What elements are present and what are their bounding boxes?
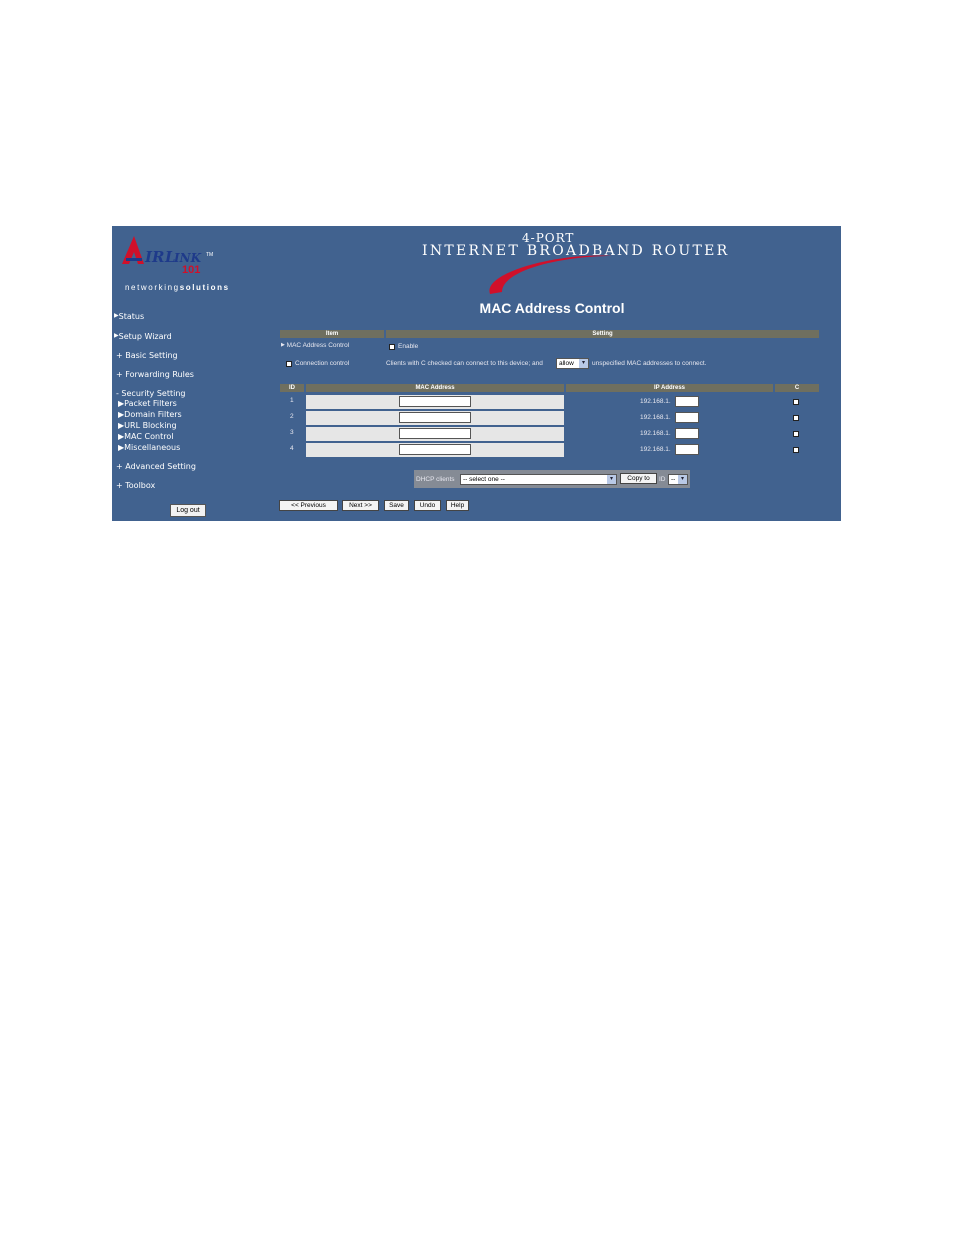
row-c-checkbox[interactable] <box>793 399 799 405</box>
sidebar-subitem-label: URL Blocking <box>124 421 177 430</box>
sidebar-item-basic-setting[interactable]: + Basic Setting <box>116 351 178 360</box>
mac-control-label-wrap: ▶ MAC Address Control <box>281 342 349 349</box>
sidebar-subitem-label: Miscellaneous <box>124 443 181 452</box>
select-value: -- select one -- <box>463 476 505 483</box>
logout-button[interactable]: Log out <box>170 504 206 517</box>
col-header-mac: MAC Address <box>306 384 564 392</box>
sidebar-subitem-mac-control[interactable]: ▶MAC Control <box>118 432 173 441</box>
chevron-down-icon: ▾ <box>579 359 588 368</box>
save-button[interactable]: Save <box>384 500 409 511</box>
header-setting: Setting <box>386 330 819 338</box>
product-banner: 4-PORT INTERNET BROADBAND ROUTER <box>412 228 727 298</box>
previous-button[interactable]: << Previous <box>279 500 338 511</box>
row-c-checkbox[interactable] <box>793 431 799 437</box>
copy-to-button[interactable]: Copy to <box>620 473 657 484</box>
sidebar-item-toolbox[interactable]: + Toolbox <box>116 481 155 490</box>
id-select[interactable]: -- ▾ <box>668 474 688 485</box>
sidebar-subitem-miscellaneous[interactable]: ▶Miscellaneous <box>118 443 180 452</box>
tagline-suffix: solutions <box>179 283 230 292</box>
tagline-prefix: networking <box>125 283 180 292</box>
connection-text-after: unspecified MAC addresses to connect. <box>592 360 707 367</box>
mac-input[interactable] <box>399 412 471 423</box>
row-c-checkbox[interactable] <box>793 415 799 421</box>
undo-button[interactable]: Undo <box>414 500 441 511</box>
dhcp-clients-select[interactable]: -- select one -- ▾ <box>460 474 617 485</box>
svg-text:TM: TM <box>206 252 213 258</box>
sidebar-subitem-label: Domain Filters <box>124 410 182 419</box>
next-button[interactable]: Next >> <box>342 500 379 511</box>
enable-checkbox[interactable] <box>389 344 395 350</box>
svg-text:INK: INK <box>173 251 202 265</box>
row-id: 2 <box>290 413 294 420</box>
connection-text-before: Clients with C checked can connect to th… <box>386 360 543 367</box>
sidebar-subitem-label: Packet Filters <box>124 399 177 408</box>
row-id: 1 <box>290 397 294 404</box>
sidebar-item-label: Status <box>118 312 145 321</box>
mac-input[interactable] <box>399 396 471 407</box>
router-admin-frame: IR L INK 101 TM networkingsolutions 4-PO… <box>112 226 841 521</box>
mac-input[interactable] <box>399 428 471 439</box>
sidebar-item-label: Setup Wizard <box>118 332 172 341</box>
ip-input[interactable] <box>675 428 699 439</box>
row-id: 3 <box>290 429 294 436</box>
ip-input[interactable] <box>675 444 699 455</box>
ip-prefix: 192.168.1. <box>640 446 671 453</box>
connection-allow-select[interactable]: allow ▾ <box>556 358 589 369</box>
svg-text:IR: IR <box>144 248 164 266</box>
help-button[interactable]: Help <box>446 500 469 511</box>
select-value: -- <box>671 476 676 483</box>
mac-input[interactable] <box>399 444 471 455</box>
col-header-id: ID <box>280 384 304 392</box>
connection-control-checkbox[interactable] <box>286 361 292 367</box>
ip-prefix: 192.168.1. <box>640 430 671 437</box>
ip-input[interactable] <box>675 396 699 407</box>
airlink-logo-graphic: IR L INK 101 TM <box>122 236 213 276</box>
ip-input[interactable] <box>675 412 699 423</box>
sidebar-item-forwarding-rules[interactable]: + Forwarding Rules <box>116 370 194 379</box>
ip-prefix: 192.168.1. <box>640 414 671 421</box>
sidebar-item-advanced-setting[interactable]: + Advanced Setting <box>116 462 196 471</box>
mac-control-label: MAC Address Control <box>286 342 350 349</box>
chevron-down-icon: ▾ <box>607 475 616 484</box>
chevron-down-icon: ▾ <box>678 475 687 484</box>
sidebar-item-security-setting[interactable]: - Security Setting <box>116 389 185 398</box>
sidebar-item-status[interactable]: ▶Status <box>114 312 144 321</box>
sidebar-subitem-domain-filters[interactable]: ▶Domain Filters <box>118 410 182 419</box>
header-item: Item <box>280 330 384 338</box>
row-c-checkbox[interactable] <box>793 447 799 453</box>
select-value: allow <box>559 360 574 367</box>
page-title: MAC Address Control <box>479 300 625 316</box>
col-header-c: C <box>775 384 819 392</box>
col-header-ip: IP Address <box>566 384 773 392</box>
airlink-logo: IR L INK 101 TM networkingsolutions <box>120 232 240 292</box>
ip-prefix: 192.168.1. <box>640 398 671 405</box>
sidebar-item-setup-wizard[interactable]: ▶Setup Wizard <box>114 332 172 341</box>
sidebar-subitem-label: MAC Control <box>124 432 174 441</box>
dhcp-clients-box: DHCP clients -- select one -- ▾ Copy to I… <box>414 470 690 488</box>
connection-control-label: Connection control <box>295 360 350 367</box>
arrow-icon: ▶ <box>281 342 285 348</box>
sidebar-subitem-url-blocking[interactable]: ▶URL Blocking <box>118 421 177 430</box>
logo-tagline: networkingsolutions <box>125 283 230 292</box>
dhcp-clients-label: DHCP clients <box>416 476 455 483</box>
sidebar-subitem-packet-filters[interactable]: ▶Packet Filters <box>118 399 177 408</box>
banner-main-text: INTERNET BROADBAND ROUTER <box>422 243 730 259</box>
enable-label: Enable <box>398 343 419 350</box>
id-label: ID <box>659 476 666 483</box>
svg-text:101: 101 <box>182 264 200 276</box>
row-id: 4 <box>290 445 294 452</box>
